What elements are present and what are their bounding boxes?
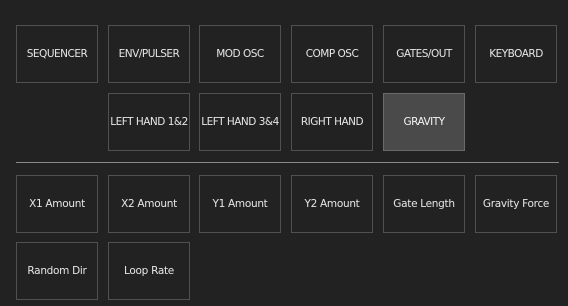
tab-sequencer[interactable]: SEQUENCER: [16, 25, 98, 83]
tab-env-pulser[interactable]: ENV/PULSER: [108, 25, 190, 83]
param-gravity-force[interactable]: Gravity Force: [475, 175, 557, 233]
gravity-control-panel: SEQUENCER ENV/PULSER MOD OSC COMP OSC GA…: [0, 0, 568, 306]
tab-left-hand-3-4[interactable]: LEFT HAND 3&4: [199, 93, 281, 151]
tab-comp-osc[interactable]: COMP OSC: [291, 25, 373, 83]
tab-mod-osc[interactable]: MOD OSC: [199, 25, 281, 83]
param-x1-amount[interactable]: X1 Amount: [16, 175, 98, 233]
param-gate-length[interactable]: Gate Length: [383, 175, 465, 233]
param-y2-amount[interactable]: Y2 Amount: [291, 175, 373, 233]
tab-left-hand-1-2[interactable]: LEFT HAND 1&2: [108, 93, 190, 151]
section-divider: [16, 162, 559, 163]
tab-keyboard[interactable]: KEYBOARD: [475, 25, 557, 83]
tab-gates-out[interactable]: GATES/OUT: [383, 25, 465, 83]
param-x2-amount[interactable]: X2 Amount: [108, 175, 190, 233]
param-loop-rate[interactable]: Loop Rate: [108, 242, 190, 300]
tab-gravity[interactable]: GRAVITY: [383, 93, 465, 151]
param-random-dir[interactable]: Random Dir: [16, 242, 98, 300]
param-y1-amount[interactable]: Y1 Amount: [199, 175, 281, 233]
tab-right-hand[interactable]: RIGHT HAND: [291, 93, 373, 151]
